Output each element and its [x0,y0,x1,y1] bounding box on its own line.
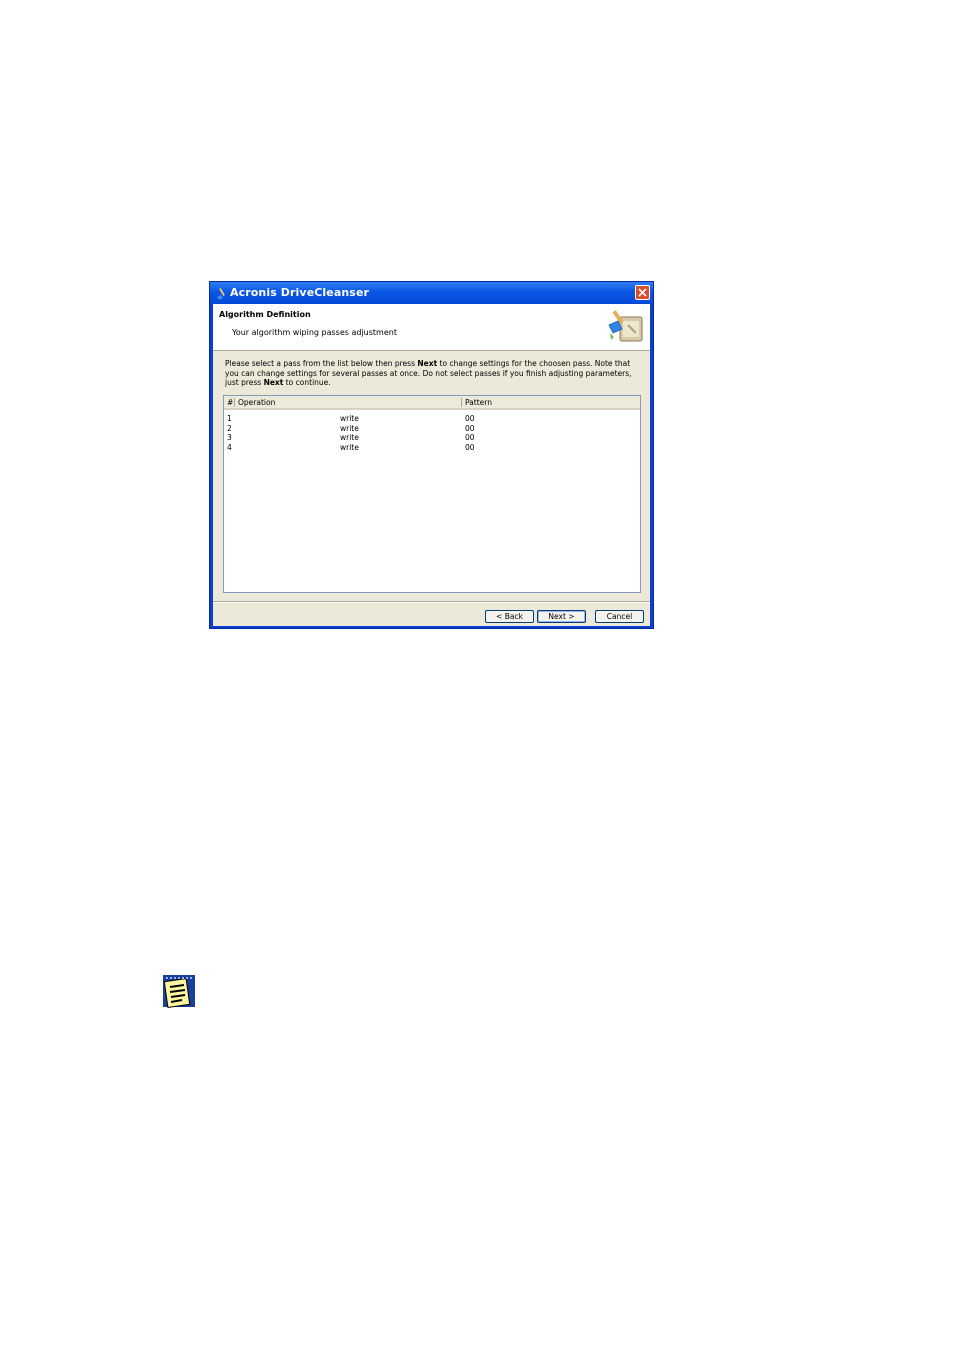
wizard-header: Algorithm Definition Your algorithm wipi… [213,304,650,351]
close-icon [638,288,647,297]
column-operation[interactable]: Operation [238,398,275,407]
list-header: # Operation Pattern [224,396,640,410]
cancel-button[interactable]: Cancel [595,610,644,623]
wizard-brush-icon [606,307,646,347]
column-separator[interactable] [234,398,235,407]
column-separator[interactable] [461,398,462,407]
table-row[interactable]: 2 write 00 [224,424,640,433]
back-button[interactable]: < Back [485,610,534,623]
table-row[interactable]: 1 write 00 [224,414,640,423]
dialog-window: Acronis DriveCleanser Algorithm Definiti… [209,281,654,629]
column-number[interactable]: # [227,398,233,407]
window-title: Acronis DriveCleanser [230,286,370,299]
page-subtitle: Your algorithm wiping passes adjustment [232,328,397,337]
next-button[interactable]: Next > [537,610,586,623]
passes-list[interactable]: # Operation Pattern 1 write 00 2 write 0… [223,395,641,593]
table-row[interactable]: 4 write 00 [224,443,640,452]
dialog-client: Algorithm Definition Your algorithm wipi… [213,304,650,626]
note-icon [162,974,196,1008]
title-bar[interactable]: Acronis DriveCleanser [210,282,653,304]
footer-divider [213,601,650,603]
page-title: Algorithm Definition [219,310,311,319]
instructions-text: Please select a pass from the list below… [225,359,632,388]
column-pattern[interactable]: Pattern [465,398,492,407]
table-row[interactable]: 3 write 00 [224,433,640,442]
brush-icon [215,286,229,300]
close-button[interactable] [635,285,650,300]
